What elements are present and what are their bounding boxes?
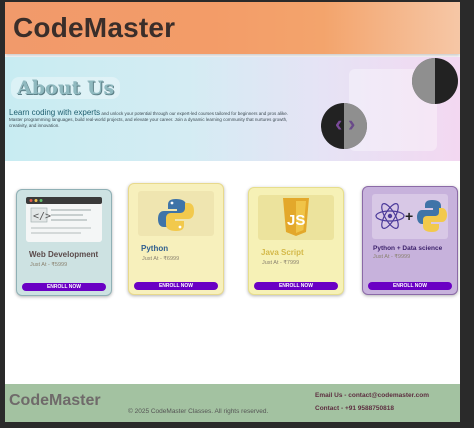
course-price: Just At - ₹9999 — [373, 254, 411, 260]
code-window-icon: </> — [26, 197, 102, 242]
site-footer: CodeMaster © 2025 CodeMaster Classes. Al… — [5, 384, 460, 422]
footer-email-text: Email Us - contact@codemaster.com — [315, 392, 429, 399]
carousel-prev-button[interactable]: ‹ › — [321, 103, 367, 149]
course-card-python-data-science[interactable]: + Python + Data science Just At - ₹9999 … — [362, 186, 458, 295]
course-title: Java Script — [261, 248, 304, 257]
footer-copyright: © 2025 CodeMaster Classes. All rights re… — [128, 408, 269, 415]
footer-contact-text: Contact - +91 9588750818 — [315, 405, 394, 412]
about-lead: Learn coding with experts and unlock you… — [9, 108, 288, 117]
svg-text:+: + — [405, 208, 413, 224]
carousel-next-button[interactable] — [412, 58, 458, 104]
footer-contact[interactable]: Contact - +91 9588750818 — [315, 405, 394, 412]
course-title: Python + Data science — [373, 245, 443, 252]
course-price: Just At - ₹6999 — [142, 256, 180, 262]
course-card-web-development[interactable]: </> Web Development Just At - ₹5999 ENRO… — [16, 189, 112, 296]
about-lead-rest: and unlock your potential through our ex… — [100, 111, 289, 116]
course-title: Python — [141, 244, 169, 253]
footer-email[interactable]: Email Us - contact@codemaster.com — [315, 392, 429, 399]
brand-logo[interactable]: CodeMaster — [13, 12, 175, 44]
course-card-javascript[interactable]: JS Java Script Just At - ₹7999 ENROLL NO… — [248, 187, 344, 295]
python-logo-icon — [138, 191, 214, 236]
enroll-button[interactable]: ENROLL NOW — [22, 283, 106, 291]
chevron-left-icon: ‹ — [335, 111, 343, 136]
enroll-button[interactable]: ENROLL NOW — [368, 282, 452, 290]
about-body: Master programming languages, build real… — [9, 117, 288, 128]
about-title: About Us — [11, 77, 121, 99]
svg-text:</>: </> — [33, 211, 51, 222]
about-section: About Us Learn coding with experts and u… — [5, 57, 460, 161]
page: CodeMaster About Us Learn coding with ex… — [5, 2, 460, 422]
enroll-button[interactable]: ENROLL NOW — [134, 282, 218, 290]
course-title: Web Development — [29, 250, 99, 259]
footer-logo[interactable]: CodeMaster — [9, 392, 101, 410]
site-header: CodeMaster — [5, 2, 460, 54]
course-card-python[interactable]: Python Just At - ₹6999 ENROLL NOW — [128, 183, 224, 295]
about-lead-highlight: Learn coding with experts — [9, 108, 101, 117]
javascript-shield-icon: JS — [258, 195, 334, 240]
python-data-science-icon: + — [372, 194, 448, 239]
course-price: Just At - ₹5999 — [30, 262, 68, 268]
python-logo-icon — [417, 200, 447, 232]
course-price: Just At - ₹7999 — [262, 260, 300, 266]
enroll-button[interactable]: ENROLL NOW — [254, 282, 338, 290]
svg-text:JS: JS — [287, 212, 305, 229]
atom-icon — [375, 203, 405, 229]
chevron-right-icon: › — [348, 111, 356, 136]
